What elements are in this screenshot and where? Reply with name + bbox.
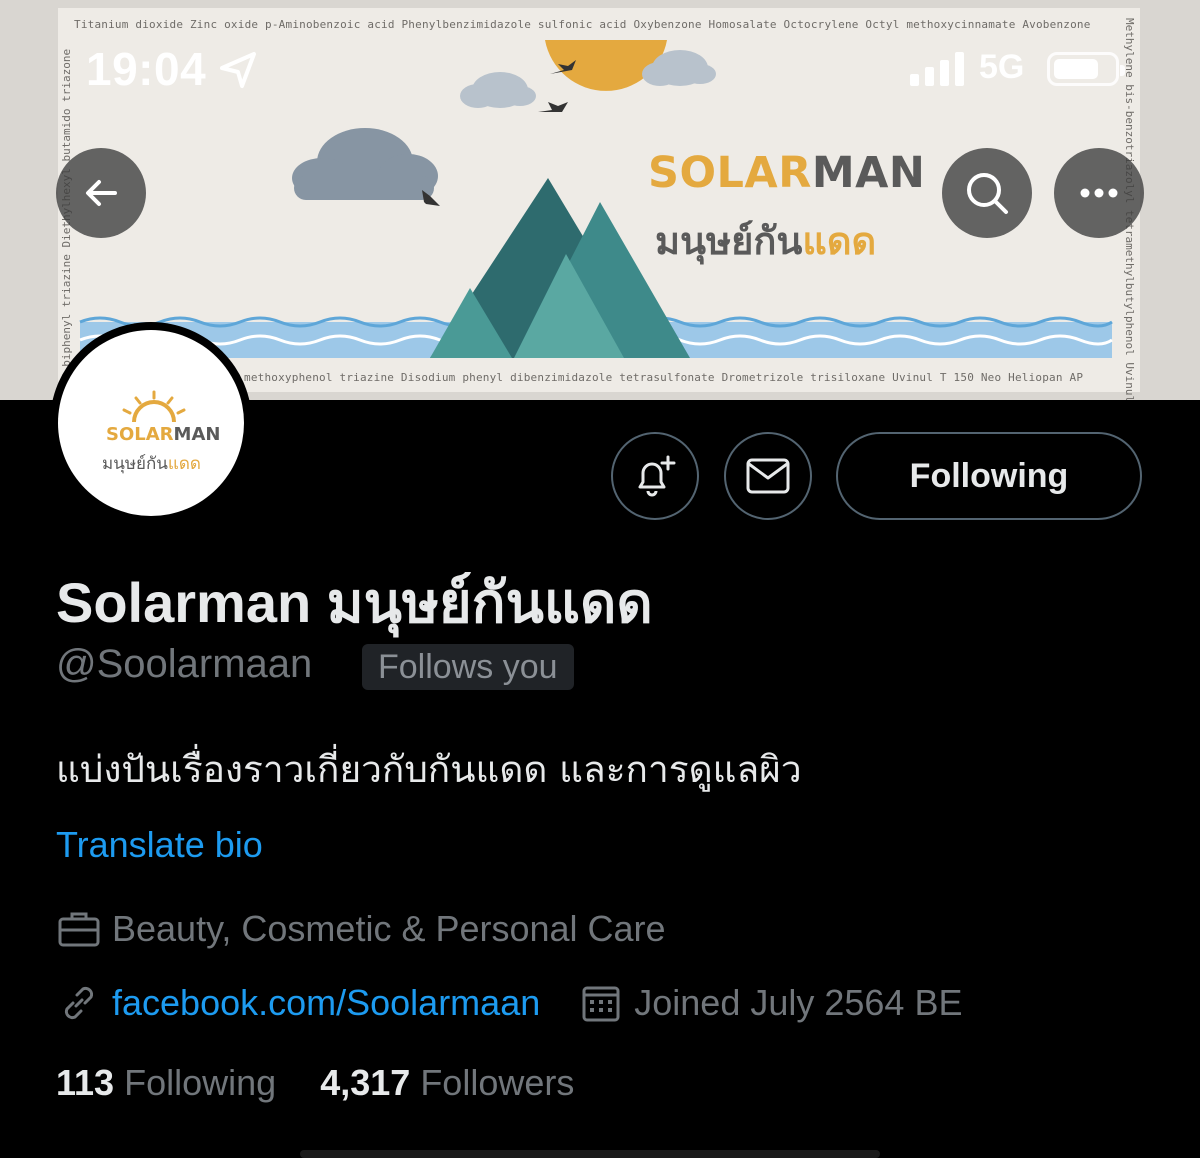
profile-handle: @Soolarmaan [56, 642, 313, 686]
banner-brand-thai: มนุษย์กันแดด [655, 219, 877, 263]
back-button[interactable] [56, 148, 146, 238]
cutoff-text-line [300, 1150, 880, 1158]
envelope-icon [746, 458, 790, 494]
profile-name: Solarman มนุษย์กันแดด [56, 571, 653, 634]
search-button[interactable] [942, 148, 1032, 238]
website-link[interactable]: facebook.com/Soolarmaan [112, 982, 540, 1024]
follows-you-badge: Follows you [362, 644, 574, 690]
search-icon [967, 173, 1008, 214]
follow-stats: 113 Following 4,317 Followers [56, 1062, 574, 1104]
message-button[interactable] [724, 432, 812, 520]
arrow-left-icon [86, 180, 117, 206]
profile-category: Beauty, Cosmetic & Personal Care [112, 908, 666, 949]
battery-icon [1047, 52, 1125, 86]
sun-logo-icon [122, 390, 186, 423]
website-joined-row: facebook.com/Soolarmaan Joined July 2564… [56, 980, 962, 1026]
notifications-button[interactable] [611, 432, 699, 520]
joined-date: Joined July 2564 BE [634, 982, 963, 1023]
category-row: Beauty, Cosmetic & Personal Care [56, 906, 666, 952]
bell-plus-icon [638, 455, 676, 497]
cloud-large [292, 128, 438, 200]
briefcase-icon [56, 906, 102, 952]
avatar-image: SOLARMAN มนุษย์กันแดด [58, 330, 244, 516]
followers-stat[interactable]: 4,317 Followers [320, 1062, 574, 1103]
avatar-brand: SOLARMAN [106, 424, 221, 445]
network-type: 5G [979, 48, 1025, 86]
calendar-icon [578, 980, 624, 1026]
following-stat[interactable]: 113 Following [56, 1062, 276, 1103]
avatar[interactable]: SOLARMAN มนุษย์กันแดด [50, 322, 252, 524]
followers-count: 4,317 [320, 1062, 411, 1103]
avatar-brand-thai: มนุษย์กันแดด [102, 454, 201, 474]
following-count: 113 [56, 1062, 115, 1103]
profile-bio: แบ่งปันเรื่องราวเกี่ยวกับกันแดด และการดู… [56, 748, 802, 791]
followers-label: Followers [420, 1062, 575, 1103]
status-time: 19:04 [86, 43, 207, 95]
more-dots-icon [1080, 188, 1118, 198]
location-arrow-icon [220, 52, 256, 88]
status-bar: 19:04 5G [0, 0, 1200, 110]
signal-bars-icon [910, 52, 964, 86]
following-button[interactable]: Following [836, 432, 1142, 520]
following-label: Following [124, 1062, 277, 1103]
link-icon [56, 980, 102, 1026]
translate-bio-link[interactable]: Translate bio [56, 824, 263, 866]
more-options-button[interactable] [1054, 148, 1144, 238]
banner-brand-title: SOLARMAN [648, 148, 926, 198]
